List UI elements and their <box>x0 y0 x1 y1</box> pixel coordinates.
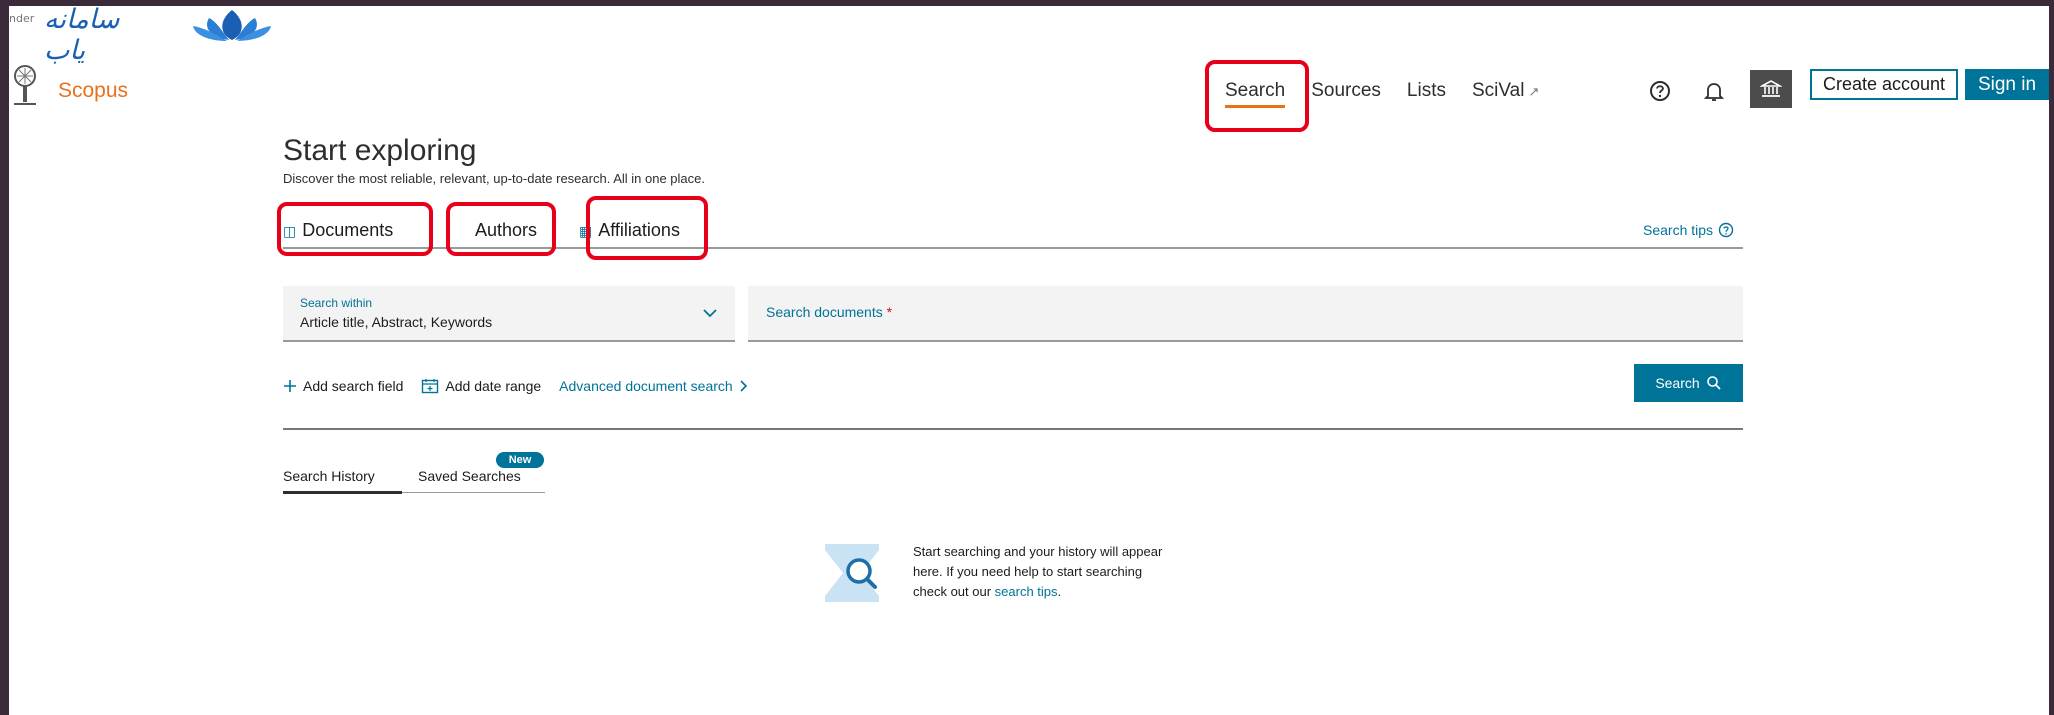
help-circle-icon <box>1718 222 1734 238</box>
chevron-down-icon <box>703 309 717 318</box>
search-icon <box>1706 376 1721 390</box>
tabs-underline <box>283 247 1743 249</box>
top-navigation: Search Sources Lists SciVal ↗ <box>1225 80 1565 108</box>
search-button-label: Search <box>1655 375 1700 391</box>
advanced-document-search-link[interactable]: Advanced document search <box>559 378 749 394</box>
empty-history-message: Start searching and your history will ap… <box>913 542 1223 602</box>
lotus-logo-icon <box>193 10 271 41</box>
help-icon[interactable] <box>1647 78 1673 104</box>
tab-documents-label: Documents <box>302 220 394 240</box>
tab-underline <box>402 492 545 493</box>
nav-scival[interactable]: SciVal ↗ <box>1472 80 1539 102</box>
watermark-prefix: nder <box>9 12 35 25</box>
nav-scival-label: SciVal <box>1471 80 1525 101</box>
sign-in-button[interactable]: Sign in <box>1965 69 2049 100</box>
page-title: Start exploring <box>283 134 477 167</box>
search-actions: Add search field Add date range Advanced… <box>283 378 749 394</box>
search-button[interactable]: Search <box>1634 364 1743 402</box>
nav-lists[interactable]: Lists <box>1407 80 1446 102</box>
tab-documents[interactable]: ◫ Documents <box>283 220 393 241</box>
create-account-button[interactable]: Create account <box>1810 69 1958 100</box>
search-within-label: Search within <box>300 296 373 310</box>
elsevier-tree-logo-icon <box>14 65 36 105</box>
institution-button[interactable] <box>1750 70 1792 108</box>
watermark-persian-text: سامانه یاب <box>44 6 120 66</box>
notifications-bell-icon[interactable] <box>1701 78 1727 104</box>
search-tips-link[interactable]: Search tips <box>1643 222 1734 238</box>
search-documents-field[interactable]: Search documents * <box>748 286 1743 342</box>
active-tab-indicator <box>283 491 402 494</box>
empty-line-2: here. If you need help to start searchin… <box>913 564 1143 579</box>
hourglass-search-icon <box>825 544 879 602</box>
nav-sources[interactable]: Sources <box>1311 80 1381 102</box>
new-badge: New <box>496 452 544 468</box>
advanced-search-label: Advanced document search <box>559 378 733 394</box>
chevron-right-icon <box>740 380 747 392</box>
nav-search[interactable]: Search <box>1225 80 1286 108</box>
tab-authors[interactable]: Authors <box>475 220 537 241</box>
tab-search-history[interactable]: Search History <box>283 468 375 484</box>
document-icon: ◫ <box>283 223 297 239</box>
add-date-range-button[interactable]: Add date range <box>421 378 541 394</box>
page-subtitle: Discover the most reliable, relevant, up… <box>283 171 705 186</box>
scopus-logo[interactable]: Scopus <box>58 79 128 103</box>
institution-icon <box>1760 80 1782 97</box>
search-documents-placeholder: Search documents * <box>766 304 893 320</box>
add-search-field-label: Add search field <box>303 378 404 394</box>
search-tips-inline-link[interactable]: search tips <box>995 584 1058 599</box>
empty-line-1: Start searching and your history will ap… <box>913 544 1163 559</box>
calendar-icon <box>422 379 439 394</box>
plus-icon <box>284 380 296 392</box>
tab-saved-searches[interactable]: Saved Searches <box>418 468 521 484</box>
external-link-icon: ↗ <box>1528 84 1540 99</box>
search-within-value: Article title, Abstract, Keywords <box>300 314 493 330</box>
search-within-select[interactable]: Search within Article title, Abstract, K… <box>283 286 735 342</box>
search-tips-label: Search tips <box>1643 222 1714 238</box>
tab-affiliations-label: Affiliations <box>598 220 680 240</box>
browser-frame: nder سامانه یاب Scopus Search Sources Li… <box>9 6 2049 715</box>
required-mark: * <box>886 304 893 320</box>
affiliation-icon: ▦ <box>579 223 593 239</box>
add-date-range-label: Add date range <box>445 378 542 394</box>
empty-line-3: check out our search tips. <box>913 584 1062 599</box>
tab-authors-label: Authors <box>475 220 538 240</box>
tab-affiliations[interactable]: ▦ Affiliations <box>579 220 680 241</box>
add-search-field-button[interactable]: Add search field <box>283 378 403 394</box>
section-divider <box>283 428 1743 430</box>
